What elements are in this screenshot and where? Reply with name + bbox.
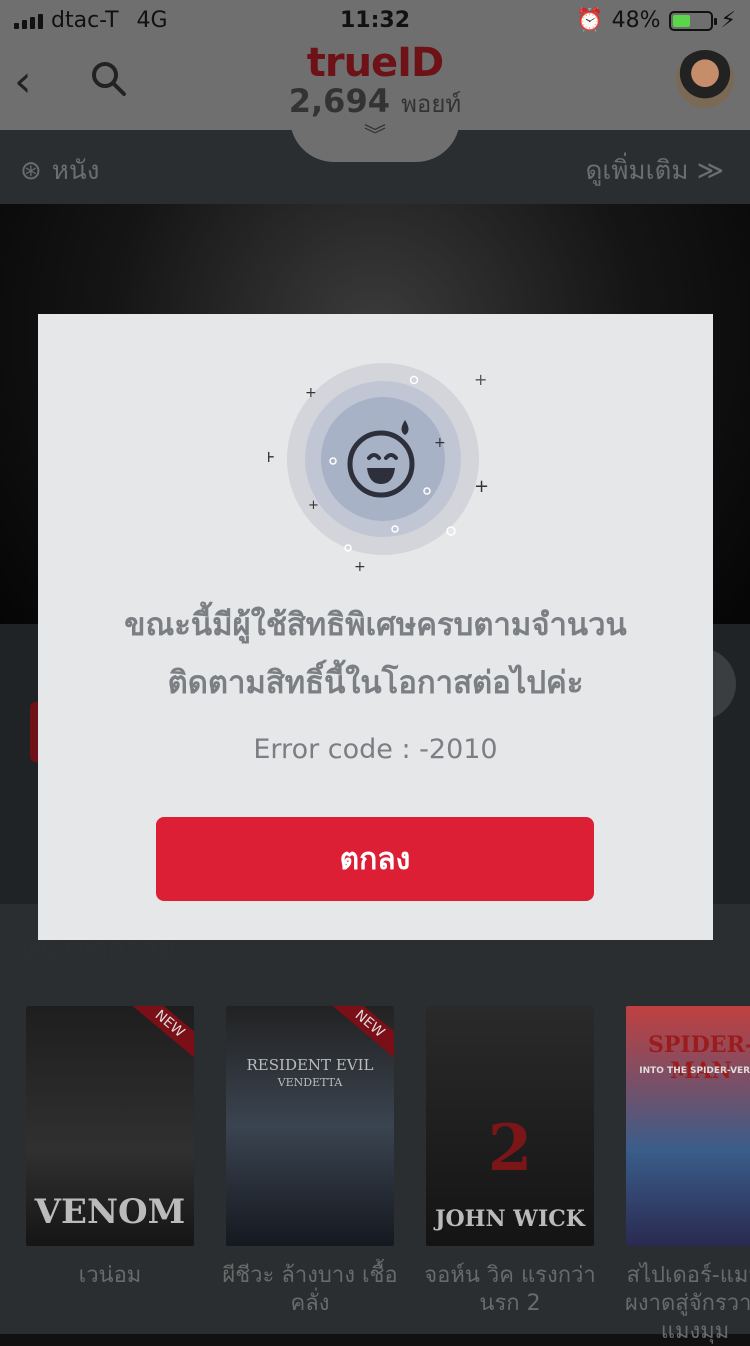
svg-text:+: + (268, 447, 275, 466)
ok-button[interactable]: ตกลง (156, 817, 594, 901)
svg-text:+: + (305, 385, 317, 401)
svg-text:+: + (474, 476, 489, 497)
svg-text:+: + (308, 498, 319, 513)
error-code: Error code : -2010 (253, 734, 498, 765)
dialog-message: ขณะนี้มีผู้ใช้สิทธิพิเศษครบตามจำนวน ติดต… (58, 596, 693, 712)
svg-text:+: + (354, 559, 366, 574)
sweating-smile-icon: + + + + + + + (268, 363, 489, 574)
svg-text:+: + (434, 435, 446, 451)
svg-text:+: + (474, 370, 487, 389)
error-dialog: + + + + + + + ขณะนี้มีผู้ใช้สิทธิพิเศษคร… (38, 314, 713, 940)
dialog-message-line1: ขณะนี้มีผู้ใช้สิทธิพิเศษครบตามจำนวน (124, 607, 627, 643)
dialog-message-line2: ติดตามสิทธิ์นี้ในโอกาสต่อไปค่ะ (167, 665, 584, 701)
